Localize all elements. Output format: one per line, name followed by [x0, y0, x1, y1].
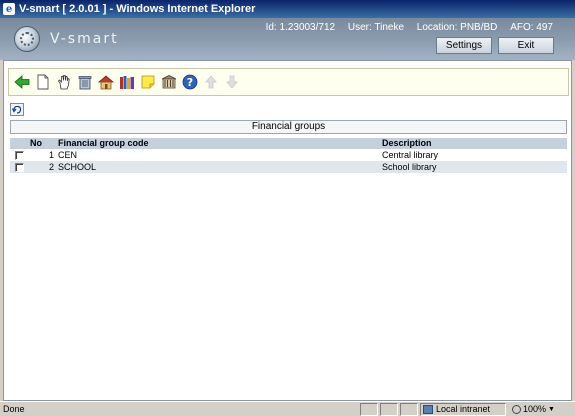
app-header: V-smart Id: 1.23003/712 User: Tineke Loc…	[0, 18, 575, 60]
column-header-code: Financial group code	[58, 138, 149, 148]
row-checkbox[interactable]	[14, 150, 24, 160]
table-row[interactable]: 1 CEN Central library	[10, 149, 567, 161]
financial-groups-table: No Financial group code Description 1 CE…	[10, 138, 567, 173]
row-code: CEN	[58, 150, 78, 160]
library-icon[interactable]	[160, 73, 178, 91]
intranet-icon	[423, 404, 433, 414]
house-icon[interactable]	[97, 73, 115, 91]
column-header-description: Description	[382, 138, 432, 148]
main-content: ? Financial groups No Financial group co…	[3, 60, 572, 401]
window-title: V-smart [ 2.0.01 ] - Windows Internet Ex…	[19, 3, 256, 15]
svg-text:?: ?	[187, 76, 193, 89]
session-id: Id: 1.23003/712	[265, 22, 336, 33]
status-text: Done	[3, 404, 25, 414]
zoom-icon	[512, 404, 521, 414]
zone-label: Local intranet	[436, 404, 491, 414]
back-arrow-icon[interactable]	[13, 73, 31, 91]
session-location: Location: PNB/BD	[416, 22, 498, 33]
security-zone: Local intranet	[420, 402, 506, 416]
hand-icon[interactable]	[55, 73, 73, 91]
settings-button[interactable]: Settings	[436, 37, 492, 54]
note-icon[interactable]	[139, 73, 157, 91]
table-header: No Financial group code Description	[10, 138, 567, 149]
undo-icon[interactable]	[10, 103, 24, 116]
new-document-icon[interactable]	[34, 73, 52, 91]
toolbar: ?	[8, 68, 569, 96]
help-icon[interactable]: ?	[181, 73, 199, 91]
arrow-up-icon[interactable]	[202, 73, 220, 91]
status-bar: Done Local intranet 100% ▼	[0, 401, 575, 416]
row-description: School library	[382, 162, 437, 172]
exit-button[interactable]: Exit	[498, 37, 554, 54]
session-info: Id: 1.23003/712 User: Tineke Location: P…	[256, 22, 553, 33]
trash-icon[interactable]	[76, 73, 94, 91]
row-description: Central library	[382, 150, 439, 160]
status-cell	[360, 402, 378, 416]
brand-name: V-smart	[50, 31, 119, 47]
books-icon[interactable]	[118, 73, 136, 91]
vsmart-logo-icon	[14, 26, 40, 52]
zoom-control[interactable]: 100% ▼	[512, 404, 555, 414]
session-afo: AFO: 497	[510, 22, 553, 33]
row-checkbox[interactable]	[14, 162, 24, 172]
column-header-no: No	[30, 138, 42, 148]
panel-title: Financial groups	[10, 120, 567, 134]
row-code: SCHOOL	[58, 162, 97, 172]
row-no: 2	[48, 162, 54, 172]
zoom-level: 100%	[523, 404, 547, 414]
chevron-down-icon: ▼	[548, 405, 555, 413]
arrow-down-icon[interactable]	[223, 73, 241, 91]
internet-explorer-icon: e	[3, 3, 15, 15]
status-cell	[400, 402, 418, 416]
table-row[interactable]: 2 SCHOOL School library	[10, 161, 567, 173]
window-title-bar: e V-smart [ 2.0.01 ] - Windows Internet …	[0, 0, 575, 18]
session-user: User: Tineke	[347, 22, 405, 33]
status-cell	[380, 402, 398, 416]
row-no: 1	[48, 150, 54, 160]
